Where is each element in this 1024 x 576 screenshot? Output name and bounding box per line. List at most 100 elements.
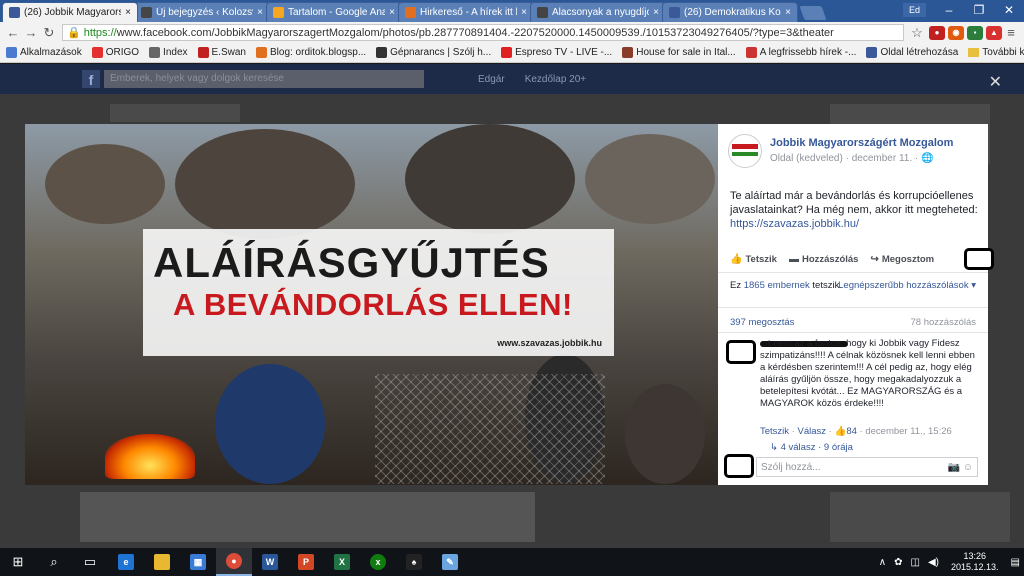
menu-icon[interactable]: ≡: [1002, 25, 1020, 40]
close-tab-icon[interactable]: ×: [389, 7, 395, 18]
tray-chevron-icon[interactable]: ∧: [879, 557, 886, 568]
url-input[interactable]: 🔒 https:// www.facebook.com/JobbikMagyar…: [62, 24, 904, 41]
store-icon[interactable]: ▦: [180, 548, 216, 576]
share-button[interactable]: ↪ Megosztom: [870, 254, 934, 265]
folder-icon: [968, 48, 980, 57]
post-body: Te aláírtad már a bevándorlás és korrupc…: [730, 189, 980, 231]
search-icon[interactable]: ⌕: [36, 548, 72, 576]
facebook-search-input[interactable]: Emberek, helyek vagy dolgok keresése: [104, 70, 424, 88]
comment-icon: ▬: [788, 254, 799, 265]
post-link[interactable]: https://szavazas.jobbik.hu/: [730, 218, 859, 230]
comments-count[interactable]: 78 hozzászólás: [911, 317, 976, 328]
page-avatar[interactable]: [728, 134, 762, 168]
browser-tab-bar: (26) Jobbik Magyarorszá×Új bejegyzés ‹ K…: [0, 0, 1024, 22]
shares-link[interactable]: 397 megosztás: [730, 317, 794, 328]
camera-icon[interactable]: 📷 ☺: [948, 462, 973, 473]
close-tab-icon[interactable]: ×: [653, 7, 659, 18]
photo-viewer: ALÁÍRÁSGYŰJTÉS A BEVÁNDORLÁS ELLEN! www.…: [25, 124, 994, 485]
xbox-icon[interactable]: x: [360, 548, 396, 576]
url-text: www.facebook.com/JobbikMagyarorszagertMo…: [116, 26, 834, 39]
comment-likes-count[interactable]: 👍84: [834, 426, 856, 437]
browser-tab[interactable]: (26) Jobbik Magyarorszá ×: [2, 2, 138, 22]
close-viewer-icon[interactable]: ✕: [989, 72, 1002, 92]
browser-tab[interactable]: Hirkereső - A hírek itt ke ×: [398, 2, 534, 22]
minimize-button[interactable]: –: [934, 0, 964, 20]
browser-tab[interactable]: Új bejegyzés ‹ Kolozsvári ×: [134, 2, 270, 22]
bookmark-star-icon[interactable]: ☆: [908, 25, 926, 41]
maximize-button[interactable]: ❐: [964, 0, 994, 20]
apps-icon: [6, 47, 17, 58]
bookmark-item[interactable]: Oldal létrehozása: [866, 47, 958, 58]
redaction-box: [724, 454, 754, 478]
forward-icon[interactable]: →: [22, 25, 40, 40]
bookmark-item[interactable]: Espreso TV - LIVE -...: [501, 47, 612, 58]
comment-reply-link[interactable]: Válasz: [798, 426, 827, 437]
powerpoint-icon[interactable]: P: [288, 548, 324, 576]
bookmark-item[interactable]: E.Swan: [197, 47, 246, 58]
dim-block: [830, 492, 1010, 542]
extension-icon[interactable]: ◉: [948, 25, 964, 40]
fire-shape: [105, 434, 195, 479]
likes-link[interactable]: 1865 embernek: [744, 280, 810, 291]
word-icon[interactable]: W: [252, 548, 288, 576]
other-bookmarks[interactable]: További könyvjelzők: [968, 47, 1024, 58]
page-name-link[interactable]: Jobbik Magyarországért Mozgalom: [770, 137, 953, 149]
wordpress-icon: [141, 7, 152, 18]
bookmark-item[interactable]: Gépnarancs | Szólj h...: [376, 47, 491, 58]
file-explorer-icon[interactable]: [144, 548, 180, 576]
comment-like-link[interactable]: Tetszik: [760, 426, 789, 437]
close-window-button[interactable]: ✕: [994, 0, 1024, 20]
profile-button[interactable]: Ed: [902, 3, 926, 17]
bookmark-item[interactable]: House for sale in Ital...: [622, 47, 736, 58]
volume-icon[interactable]: ◀): [928, 557, 939, 568]
index-icon: [149, 47, 161, 58]
home-link[interactable]: Kezdőlap 20+: [525, 74, 586, 85]
comment-sort-dropdown[interactable]: Legnépszerűbb hozzászólások ▾: [838, 280, 976, 291]
chrome-icon[interactable]: ●: [216, 548, 252, 576]
analytics-icon: [273, 7, 284, 18]
browser-tab[interactable]: (26) Demokratikus Koalíc ×: [662, 2, 798, 22]
edge-icon[interactable]: e: [108, 548, 144, 576]
start-button[interactable]: ⊞: [0, 548, 36, 576]
adblock-extension-icon[interactable]: ●: [929, 25, 945, 40]
tab-title: Új bejegyzés ‹ Kolozsvári: [156, 7, 253, 18]
hirkereso-icon: [405, 7, 416, 18]
bookmark-item[interactable]: Index: [149, 47, 188, 58]
extension-red-icon[interactable]: ▲: [986, 25, 1002, 40]
bookmark-item[interactable]: A legfrissebb hírek -...: [745, 47, 856, 58]
comment-date: december 11., 15:26: [865, 426, 952, 437]
bookmark-label: House for sale in Ital...: [636, 47, 736, 58]
browser-tab[interactable]: Tartalom - Google Analyt ×: [266, 2, 402, 22]
like-button[interactable]: 👍 Tetszik: [730, 254, 777, 265]
close-tab-icon[interactable]: ×: [125, 7, 131, 18]
bookmark-label: Blog: orditok.blogsp...: [269, 47, 367, 58]
task-view-icon[interactable]: ▭: [72, 548, 108, 576]
profile-link[interactable]: Edgár: [478, 74, 505, 85]
excel-icon[interactable]: X: [324, 548, 360, 576]
fence-shape: [375, 374, 605, 484]
clock[interactable]: 13:26 2015.12.13.: [951, 551, 999, 573]
solitaire-icon[interactable]: ♠: [396, 548, 432, 576]
comment-button[interactable]: ▬ Hozzászólás: [789, 254, 859, 265]
close-tab-icon[interactable]: ×: [785, 7, 791, 18]
tab-title: Hirkereső - A hírek itt ke: [420, 7, 518, 18]
paint-icon[interactable]: ✎: [432, 548, 468, 576]
tray-app-icon[interactable]: ✿: [894, 557, 902, 568]
new-tab-button[interactable]: [799, 6, 827, 20]
close-tab-icon[interactable]: ×: [521, 7, 527, 18]
bookmark-item[interactable]: Blog: orditok.blogsp...: [255, 47, 367, 58]
close-tab-icon[interactable]: ×: [257, 7, 263, 18]
person-shape: [625, 384, 705, 484]
back-icon[interactable]: ←: [4, 25, 22, 40]
bookmark-item[interactable]: Alkalmazások: [6, 47, 82, 58]
replies-link[interactable]: ↳ 4 válasz · 9 órája: [770, 442, 853, 453]
notifications-icon[interactable]: ▤: [1011, 557, 1020, 568]
network-icon[interactable]: ◫: [911, 557, 920, 568]
comment-input[interactable]: Szólj hozzá... 📷 ☺: [756, 457, 978, 477]
photo[interactable]: ALÁÍRÁSGYŰJTÉS A BEVÁNDORLÁS ELLEN! www.…: [25, 124, 718, 485]
browser-tab[interactable]: Alacsonyak a nyugdíjcéle ×: [530, 2, 666, 22]
bookmark-item[interactable]: ORIGO: [91, 47, 139, 58]
extension-green-icon[interactable]: ▪: [967, 25, 983, 40]
reload-icon[interactable]: ↻: [40, 25, 58, 41]
facebook-logo-icon[interactable]: f: [82, 70, 100, 88]
